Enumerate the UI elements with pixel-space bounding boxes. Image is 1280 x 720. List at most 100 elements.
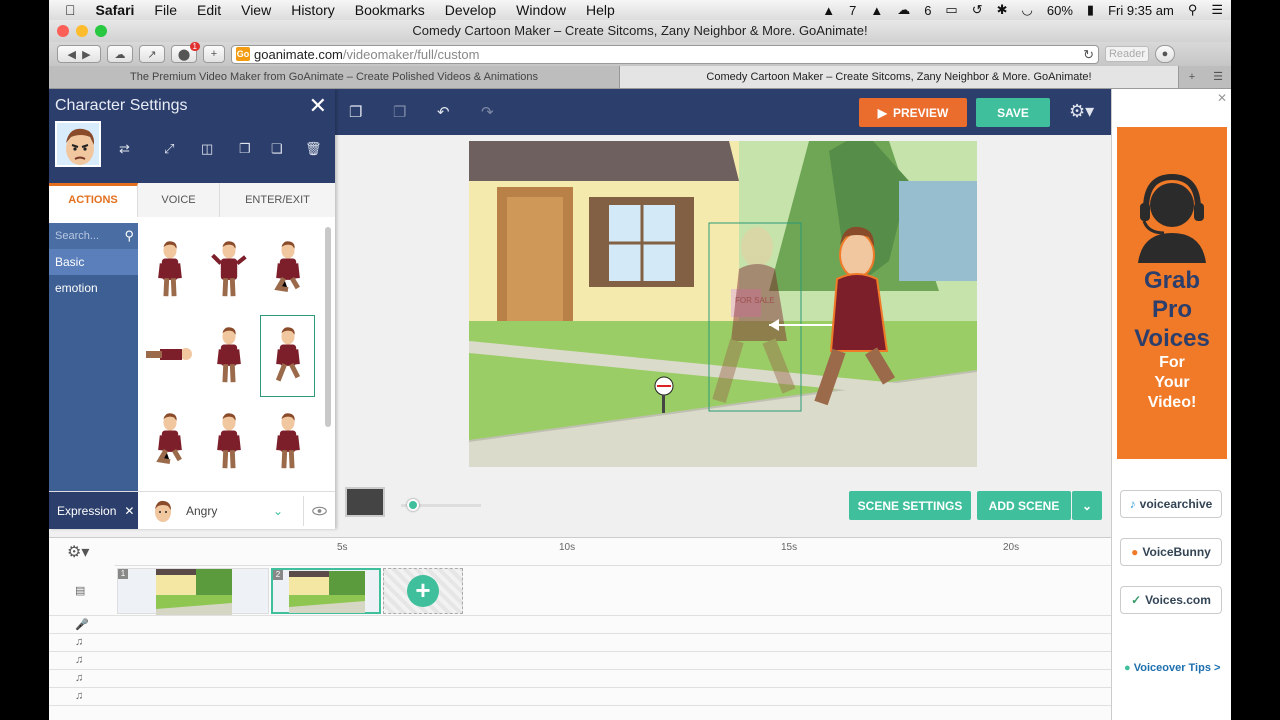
menu-bookmarks[interactable]: Bookmarks	[355, 2, 425, 18]
back-icon[interactable]: ◀	[67, 48, 75, 61]
airplay-icon[interactable]: ▭	[945, 2, 957, 18]
minimize-window-icon[interactable]	[76, 25, 88, 37]
plus-circle-icon[interactable]: +	[407, 575, 439, 607]
voices-com-logo[interactable]: ✓ Voices.com	[1120, 586, 1222, 614]
menu-file[interactable]: File	[154, 2, 177, 18]
undo-icon[interactable]: ↶	[437, 103, 450, 121]
action-pose-stand[interactable]	[258, 399, 317, 485]
action-pose-dance[interactable]	[199, 227, 258, 313]
reader-button[interactable]: Reader	[1105, 46, 1149, 62]
action-pose-run[interactable]	[260, 315, 315, 397]
voicearchive-logo[interactable]: ♪ voicearchive	[1120, 490, 1222, 518]
menu-help[interactable]: Help	[586, 2, 615, 18]
tab-overview-icon[interactable]: ☰	[1205, 66, 1231, 88]
menu-view[interactable]: View	[241, 2, 271, 18]
delete-trash-icon[interactable]: 🗑	[305, 141, 322, 157]
voicebunny-label: VoiceBunny	[1142, 545, 1211, 559]
scene-thumbnail-2[interactable]: 2	[271, 568, 381, 614]
redo-icon[interactable]: ↷	[481, 103, 494, 121]
eye-icon[interactable]	[303, 495, 327, 526]
voiceover-tips-link[interactable]: ● Voiceover Tips >	[1124, 662, 1220, 674]
drive-icon[interactable]: ▲	[870, 3, 883, 18]
paste-icon[interactable]: ❐	[349, 103, 362, 121]
new-tab-button[interactable]: +	[203, 45, 225, 63]
share-button[interactable]: ↗	[139, 45, 165, 63]
time-ruler[interactable]: 5s 10s 15s 20s	[115, 538, 1111, 566]
timeline-gear-icon[interactable]: ⚙▾	[67, 542, 89, 562]
scene-stage[interactable]: FOR SALE 100px	[469, 141, 977, 467]
battery-icon[interactable]: ▮	[1087, 2, 1094, 18]
tab-actions[interactable]: ACTIONS	[49, 183, 138, 217]
scene-1-preview	[156, 569, 232, 615]
apple-icon[interactable]: 	[65, 2, 76, 18]
zoom-window-icon[interactable]	[95, 25, 107, 37]
character-avatar[interactable]	[55, 121, 101, 167]
action-pose-stand[interactable]	[140, 227, 199, 313]
ad-banner[interactable]: Grab Pro Voices For Your Video!	[1117, 127, 1227, 459]
notification-icon[interactable]: ☰	[1211, 2, 1223, 18]
extension-button[interactable]: ●	[1155, 45, 1175, 63]
expression-select[interactable]: Angry ⌄	[138, 492, 335, 529]
cloud-icon[interactable]: ☁	[897, 2, 910, 18]
send-backward-icon[interactable]: ❏	[271, 141, 283, 157]
chevron-down-icon[interactable]: ⌄	[273, 504, 283, 518]
menu-safari[interactable]: Safari	[96, 2, 135, 18]
copy-icon[interactable]: ❐	[393, 103, 406, 121]
zoom-slider-knob[interactable]	[407, 499, 419, 511]
tab-enter-exit[interactable]: ENTER/EXIT	[220, 183, 335, 217]
close-icon[interactable]: ✕	[309, 93, 327, 119]
search-icon[interactable]: ⚲	[124, 223, 134, 249]
menu-window[interactable]: Window	[516, 2, 566, 18]
preview-button[interactable]: ▶ PREVIEW	[859, 98, 967, 127]
wifi-icon[interactable]: ◡	[1022, 2, 1033, 18]
action-scrollbar[interactable]	[325, 227, 331, 427]
bluetooth-icon[interactable]: ✱	[997, 2, 1008, 18]
forward-icon[interactable]: ▶	[82, 48, 90, 61]
tab-voice[interactable]: VOICE	[138, 183, 220, 217]
action-pose-stand[interactable]	[199, 399, 258, 485]
adobe-icon[interactable]: ▲	[822, 3, 835, 18]
action-pose-lie[interactable]	[140, 313, 199, 399]
ad-line-video: Video!	[1147, 394, 1197, 411]
icloud-tabs-button[interactable]: ☁	[107, 45, 133, 63]
new-tab-plus-icon[interactable]: +	[1179, 66, 1205, 88]
battery-percent[interactable]: 60%	[1047, 3, 1073, 18]
circle-icon: ●	[1161, 48, 1169, 60]
flip-icon[interactable]: ◫	[201, 141, 213, 157]
close-expression-icon[interactable]: ✕	[124, 504, 134, 518]
action-pose-sit[interactable]	[140, 399, 199, 485]
add-scene-placeholder[interactable]: +	[383, 568, 463, 614]
reload-icon[interactable]: ↻	[1083, 47, 1094, 63]
tab-premium-video-maker[interactable]: The Premium Video Maker from GoAnimate –…	[49, 66, 619, 88]
swap-character-icon[interactable]: ⇄	[119, 141, 130, 157]
add-scene-dropdown[interactable]: ⌄	[1072, 491, 1102, 520]
menu-develop[interactable]: Develop	[445, 2, 496, 18]
action-search-input[interactable]: Search... ⚲	[49, 223, 138, 249]
category-basic[interactable]: Basic	[49, 249, 138, 275]
traffic-lights	[57, 25, 107, 37]
adblock-button[interactable]: ⬤ 1	[171, 42, 200, 63]
voicebunny-logo[interactable]: ● VoiceBunny	[1120, 538, 1222, 566]
close-ad-icon[interactable]: ✕	[1217, 91, 1227, 105]
settings-gear-icon[interactable]: ⚙▾	[1069, 101, 1094, 122]
category-emotion[interactable]: emotion	[49, 275, 138, 301]
resize-icon[interactable]: ⤢	[164, 141, 174, 157]
menu-edit[interactable]: Edit	[197, 2, 221, 18]
close-window-icon[interactable]	[57, 25, 69, 37]
action-pose-kneel[interactable]	[258, 227, 317, 313]
action-pose-stand[interactable]	[199, 313, 258, 399]
zoom-thumbnail[interactable]	[345, 487, 385, 517]
save-button[interactable]: SAVE	[976, 98, 1050, 127]
menu-history[interactable]: History	[291, 2, 335, 18]
tab-comedy-cartoon-maker[interactable]: Comedy Cartoon Maker – Create Sitcoms, Z…	[619, 66, 1179, 88]
spotlight-icon[interactable]: ⚲	[1188, 2, 1198, 18]
time-machine-icon[interactable]: ↺	[972, 2, 983, 18]
scene-thumbnail-1[interactable]: 1	[117, 568, 269, 615]
music-note-icon: ♫	[75, 690, 84, 702]
add-scene-button[interactable]: ADD SCENE	[977, 491, 1071, 520]
address-bar[interactable]: Go goanimate.com /videomaker/full/custom…	[231, 44, 1099, 64]
clock[interactable]: Fri 9:35 am	[1108, 3, 1174, 18]
scene-settings-button[interactable]: SCENE SETTINGS	[849, 491, 971, 520]
back-forward-buttons[interactable]: ◀ ▶	[57, 45, 101, 63]
bring-forward-icon[interactable]: ❐	[239, 141, 251, 157]
